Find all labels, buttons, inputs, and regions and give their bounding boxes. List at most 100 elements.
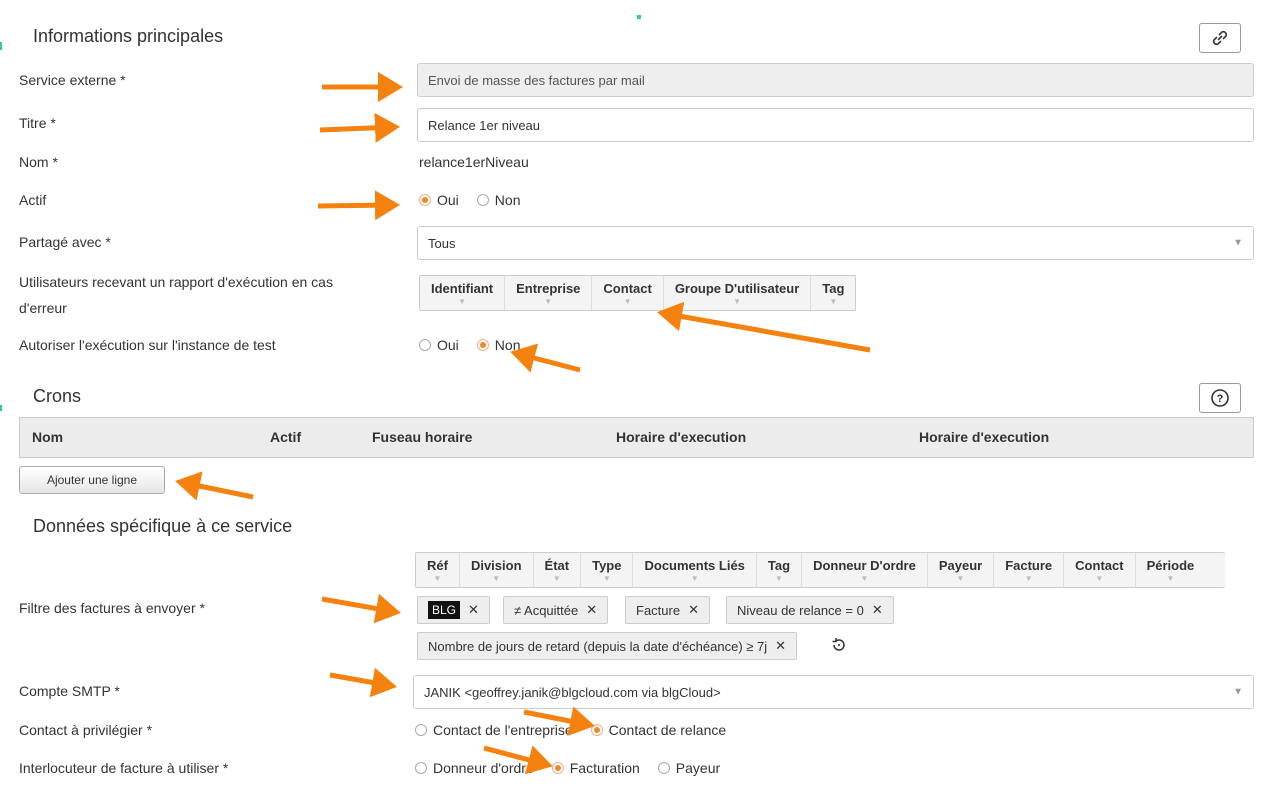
column-tag[interactable]: Tag ▼	[757, 553, 803, 587]
crons-col-horaire-2[interactable]: Horaire d'execution	[919, 429, 1049, 445]
arrow-filtre	[321, 593, 401, 624]
link-button[interactable]	[1199, 23, 1241, 53]
label-nom: Nom *	[19, 154, 58, 170]
autoriser-radio-group: Oui Non	[419, 337, 538, 353]
column-contact[interactable]: Contact ▼	[1064, 553, 1136, 587]
radio-unchecked-icon	[657, 762, 670, 774]
column-type[interactable]: Type ▼	[581, 553, 634, 587]
arrow-autoriser-non	[510, 343, 581, 373]
radio-label: Oui	[437, 192, 459, 208]
chevron-down-icon: ▼	[1233, 686, 1243, 698]
green-marker	[637, 15, 641, 19]
actif-radio-non[interactable]: Non	[476, 192, 521, 208]
close-icon[interactable]: ✕	[586, 602, 597, 618]
interlocuteur-radio-group: Donneur d'ordre Facturation Payeur	[415, 760, 738, 776]
close-icon[interactable]: ✕	[468, 602, 479, 618]
caret-down-icon: ▼	[1095, 573, 1104, 583]
filter-tag-niveau-relance[interactable]: Niveau de relance = 0 ✕	[726, 596, 894, 624]
close-icon[interactable]: ✕	[688, 602, 699, 618]
interlocuteur-radio-payeur[interactable]: Payeur	[657, 760, 720, 776]
close-icon[interactable]: ✕	[775, 638, 786, 654]
label-autoriser: Autoriser l'exécution sur l'instance de …	[19, 337, 276, 353]
caret-down-icon: ▼	[860, 573, 869, 583]
nom-value: relance1erNiveau	[419, 154, 529, 170]
actif-radio-group: Oui Non	[419, 192, 538, 208]
caret-down-icon: ▼	[492, 573, 501, 583]
caret-down-icon: ▼	[433, 573, 442, 583]
tag-label: Nombre de jours de retard (depuis la dat…	[428, 638, 768, 654]
column-contact[interactable]: Contact ▼	[592, 276, 664, 310]
partage-select[interactable]: Tous ▼	[417, 226, 1254, 260]
contact-radio-group: Contact de l'entreprise Contact de relan…	[415, 722, 744, 738]
radio-checked-icon	[551, 762, 564, 774]
filter-tag-acquittee[interactable]: ≠ Acquittée ✕	[503, 596, 609, 624]
help-button[interactable]: ?	[1199, 383, 1241, 413]
interlocuteur-radio-donneur[interactable]: Donneur d'ordre	[415, 760, 534, 776]
column-facture[interactable]: Facture ▼	[994, 553, 1065, 587]
contact-radio-relance[interactable]: Contact de relance	[590, 722, 727, 738]
radio-label: Facturation	[569, 760, 640, 776]
caret-down-icon: ▼	[1024, 573, 1033, 583]
crons-col-fuseau[interactable]: Fuseau horaire	[372, 429, 472, 445]
titre-input[interactable]: Relance 1er niveau	[417, 108, 1254, 142]
close-icon[interactable]: ✕	[872, 602, 883, 618]
radio-label: Non	[494, 192, 521, 208]
tag-label: Niveau de relance = 0	[737, 602, 864, 618]
add-line-button[interactable]: Ajouter une ligne	[19, 466, 165, 494]
radio-checked-icon	[419, 194, 431, 206]
radio-label: Contact de l'entreprise	[433, 722, 573, 738]
label-contact: Contact à privilégier *	[19, 722, 153, 738]
column-identifiant[interactable]: Identifiant ▼	[420, 276, 506, 310]
partage-value: Tous	[428, 235, 456, 251]
utilisateurs-columns: Identifiant ▼ Entreprise ▼ Contact ▼ Groupe…	[419, 275, 857, 311]
label-smtp: Compte SMTP *	[19, 683, 120, 699]
column-ref[interactable]: Réf ▼	[416, 553, 460, 587]
contact-radio-entreprise[interactable]: Contact de l'entreprise	[415, 722, 573, 738]
interlocuteur-radio-facturation[interactable]: Facturation	[551, 760, 640, 776]
label-titre: Titre *	[19, 115, 56, 131]
green-marker	[0, 405, 2, 411]
radio-unchecked-icon	[476, 194, 489, 206]
column-division[interactable]: Division ▼	[460, 553, 534, 587]
crons-col-actif[interactable]: Actif	[270, 429, 301, 445]
column-documents-lies[interactable]: Documents Liés ▼	[633, 553, 757, 587]
filter-tag-blg[interactable]: BLG ✕	[417, 596, 490, 624]
column-tag[interactable]: Tag ▼	[811, 276, 855, 310]
column-donneur-ordre[interactable]: Donneur D'ordre ▼	[802, 553, 928, 587]
autoriser-radio-non[interactable]: Non	[476, 337, 521, 353]
label-service-externe: Service externe *	[19, 72, 126, 88]
crons-col-nom[interactable]: Nom	[32, 429, 63, 445]
radio-checked-icon	[476, 339, 489, 351]
chevron-down-icon: ▼	[1233, 237, 1243, 249]
autoriser-radio-oui[interactable]: Oui	[419, 337, 459, 353]
radio-unchecked-icon	[419, 339, 431, 351]
smtp-value: JANIK <geoffrey.janik@blgcloud.com via b…	[424, 684, 721, 700]
radio-label: Donneur d'ordre	[433, 760, 534, 776]
filter-tag-facture[interactable]: Facture ✕	[625, 596, 710, 624]
arrow-titre	[319, 112, 400, 143]
radio-unchecked-icon	[415, 762, 427, 774]
service-externe-input[interactable]: Envoi de masse des factures par mail	[417, 63, 1254, 97]
label-utilisateurs-line2: d'erreur	[19, 300, 67, 316]
arrow-actif	[317, 190, 400, 221]
arrow-smtp	[329, 667, 397, 698]
column-periode[interactable]: Période ▼	[1136, 553, 1206, 587]
column-groupe[interactable]: Groupe D'utilisateur ▼	[664, 276, 812, 310]
smtp-select[interactable]: JANIK <geoffrey.janik@blgcloud.com via b…	[413, 675, 1254, 709]
label-utilisateurs-line1: Utilisateurs recevant un rapport d'exécu…	[19, 274, 333, 290]
radio-label: Non	[494, 337, 521, 353]
actif-radio-oui[interactable]: Oui	[419, 192, 459, 208]
column-entreprise[interactable]: Entreprise ▼	[505, 276, 593, 310]
column-payeur[interactable]: Payeur ▼	[928, 553, 995, 587]
caret-down-icon: ▼	[733, 296, 741, 306]
label-filtre: Filtre des factures à envoyer *	[19, 600, 205, 616]
crons-col-horaire-1[interactable]: Horaire d'execution	[616, 429, 746, 445]
reset-icon[interactable]	[830, 636, 848, 657]
caret-down-icon: ▼	[602, 573, 611, 583]
label-interlocuteur: Interlocuteur de facture à utiliser *	[19, 760, 229, 776]
radio-label: Contact de relance	[608, 722, 727, 738]
filter-tag-jours-retard[interactable]: Nombre de jours de retard (depuis la dat…	[417, 632, 798, 660]
tag-label: Facture	[636, 602, 681, 618]
column-etat[interactable]: État ▼	[534, 553, 582, 587]
caret-down-icon: ▼	[775, 573, 783, 583]
